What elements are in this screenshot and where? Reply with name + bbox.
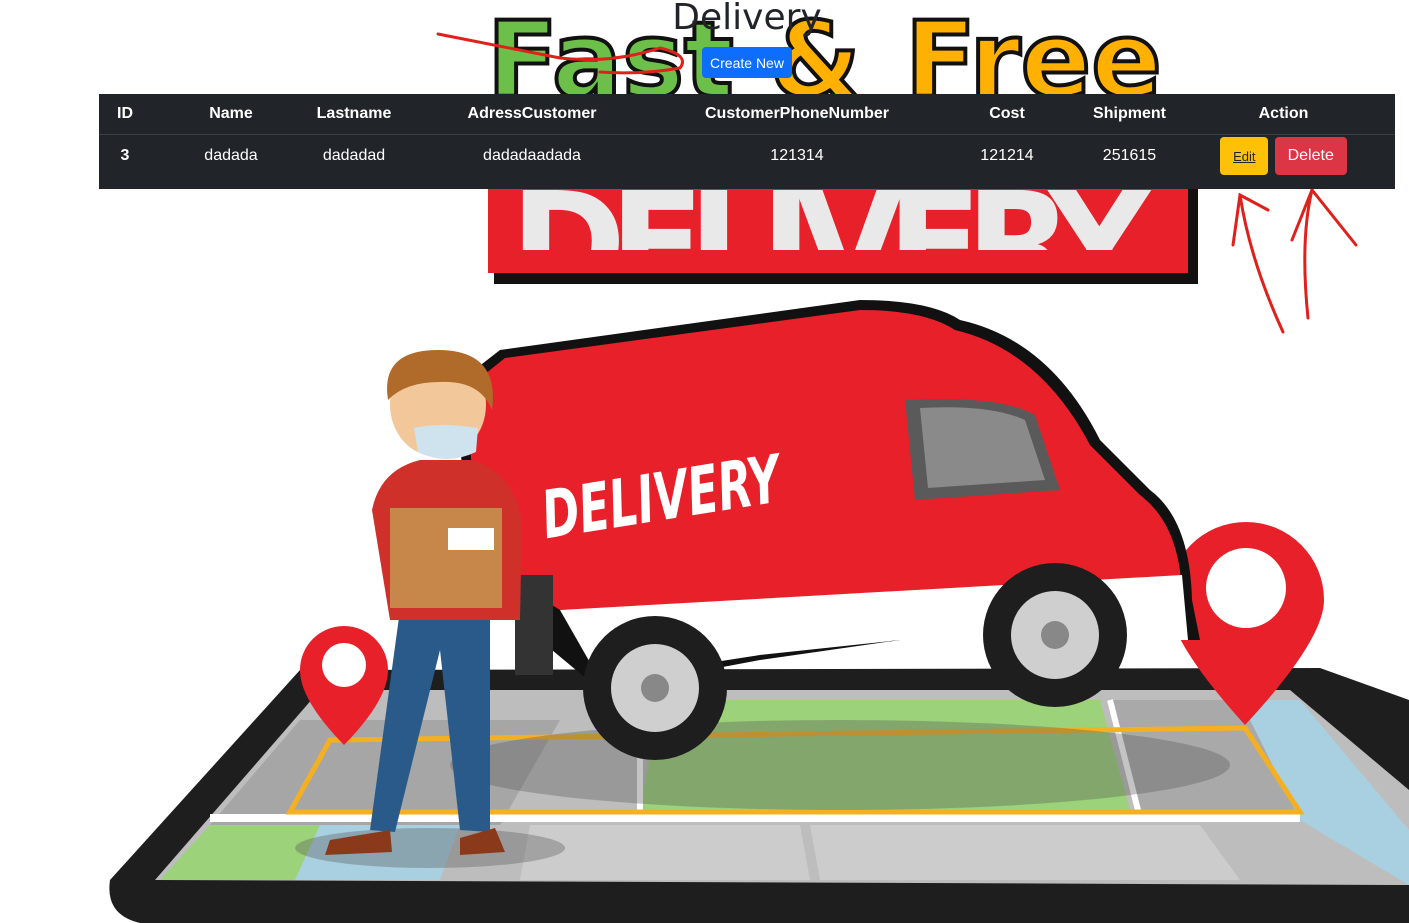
- column-header-address: AdressCustomer: [397, 94, 667, 135]
- delete-button[interactable]: Delete: [1274, 137, 1347, 175]
- cell-cost: 121214: [980, 147, 1034, 164]
- column-header-cost: Cost: [927, 94, 1087, 135]
- column-header-shipment: Shipment: [1087, 94, 1172, 135]
- create-new-button[interactable]: Create New: [702, 47, 792, 78]
- page-title: Delivery: [672, 0, 822, 38]
- cell-actions: Edit Delete: [1172, 135, 1395, 178]
- column-header-name: Name: [151, 94, 311, 135]
- cell-shipment: 251615: [1102, 147, 1157, 164]
- column-header-id: ID: [99, 94, 151, 135]
- column-header-action: Action: [1172, 94, 1395, 135]
- cell-address: dadadaadada: [483, 147, 581, 164]
- table-row: 3 dadada dadadad dadadaadada 121314 1212…: [99, 135, 1395, 178]
- cell-phone: 121314: [770, 147, 824, 164]
- delivery-table: ID Name Lastname AdressCustomer Customer…: [99, 94, 1395, 189]
- cell-name: dadada: [204, 147, 258, 164]
- column-header-phone: CustomerPhoneNumber: [667, 94, 927, 135]
- phone-map: [109, 668, 1409, 923]
- column-header-lastname: Lastname: [311, 94, 397, 135]
- edit-button[interactable]: Edit: [1220, 137, 1269, 175]
- cell-lastname: dadadad: [322, 147, 386, 164]
- table-header-row: ID Name Lastname AdressCustomer Customer…: [99, 94, 1395, 135]
- cell-id: 3: [120, 147, 130, 164]
